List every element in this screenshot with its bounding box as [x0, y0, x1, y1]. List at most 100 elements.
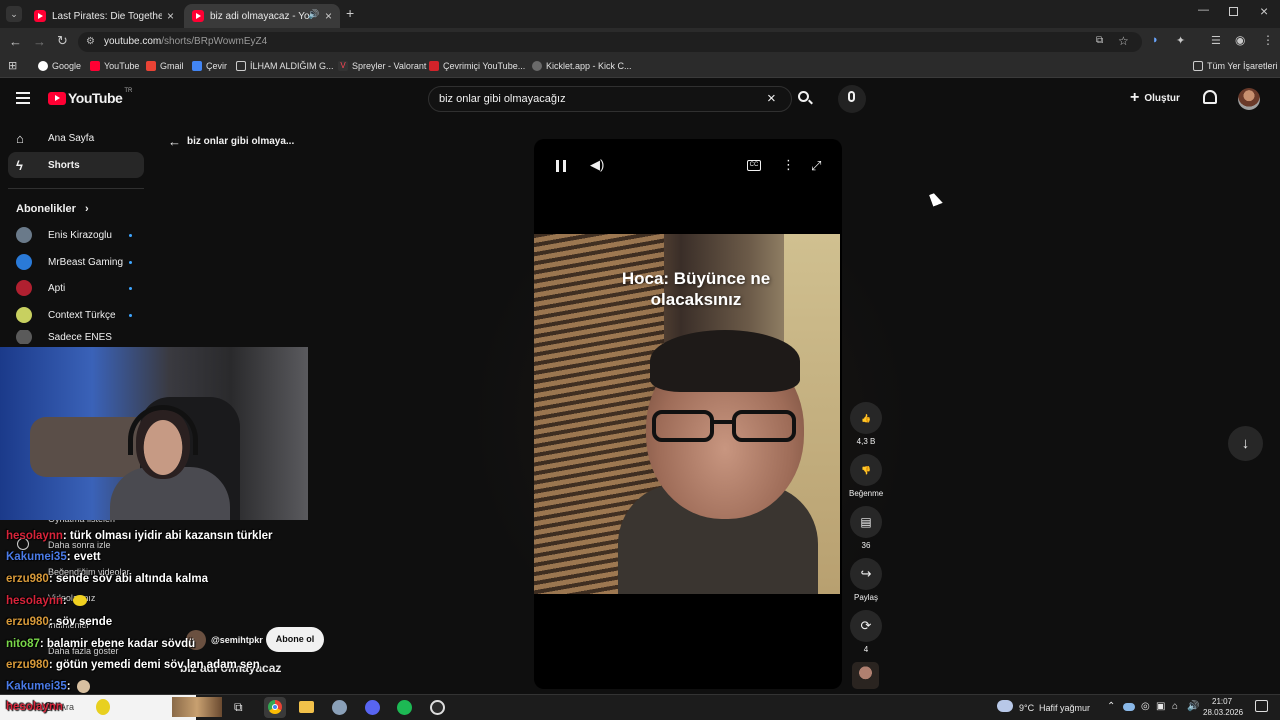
thumbs-up-icon[interactable]: 👍 — [850, 402, 882, 434]
task-view-icon[interactable]: ⧉ — [234, 700, 243, 715]
share-icon[interactable]: ↪ — [850, 558, 882, 590]
notifications-bell-icon[interactable] — [1203, 90, 1217, 104]
bookmark-valorant[interactable]: V Spreyler - Valorant — [338, 61, 426, 71]
sidebar-sub-mrbeast[interactable]: MrBeast Gaming — [8, 250, 144, 274]
onedrive-icon[interactable] — [1123, 703, 1135, 711]
back-to-search-button[interactable]: ← biz onlar gibi olmaya... — [168, 134, 294, 149]
tab-last-pirates[interactable]: Last Pirates: Die Together | Tea × — [26, 4, 182, 28]
youtube-favicon-icon — [34, 10, 46, 22]
thumbs-down-icon[interactable]: 👎 — [850, 454, 882, 486]
network-icon[interactable]: ⌂ — [1172, 701, 1178, 712]
apps-grid-icon[interactable]: ⊞ — [8, 59, 17, 72]
channel-avatar — [16, 280, 32, 296]
close-tab-icon[interactable]: × — [167, 9, 174, 23]
weather-icon[interactable] — [997, 700, 1013, 712]
install-app-icon[interactable]: ⧉ — [1096, 35, 1103, 46]
close-window-icon[interactable]: × — [1260, 3, 1268, 19]
glasses — [652, 410, 798, 444]
like-action[interactable]: 👍 4,3 B — [849, 402, 883, 446]
app-icon[interactable] — [332, 700, 347, 715]
close-tab-icon[interactable]: × — [325, 9, 332, 23]
obs-icon[interactable] — [430, 700, 445, 715]
logo-region: TR — [124, 88, 133, 94]
profile-icon[interactable]: ◉ — [1235, 33, 1245, 47]
youtube-icon — [90, 61, 100, 71]
channel-avatar — [16, 227, 32, 243]
bookmark-google[interactable]: Google — [38, 61, 81, 71]
media-control-icon[interactable]: ☰ — [1211, 34, 1221, 47]
back-icon[interactable]: ← — [9, 34, 22, 49]
new-content-dot — [129, 260, 132, 264]
share-action[interactable]: ↪ Paylaş — [849, 558, 883, 602]
minimize-icon[interactable]: — — [1198, 4, 1209, 16]
next-video-button[interactable]: ↓ — [1228, 426, 1263, 461]
search-input[interactable]: biz onlar gibi olmayacağız × — [428, 86, 792, 112]
remix-action[interactable]: ⟳ 4 — [849, 610, 883, 654]
restore-icon[interactable] — [1229, 7, 1238, 16]
clock-date[interactable]: 28.03.2026 — [1203, 708, 1243, 717]
show-hidden-icons-icon[interactable]: ⌃ — [1107, 701, 1115, 712]
shorts-player[interactable]: ◀) CC ⋮ ⤢ Hoca: Büyünce ne olacaksınız — [534, 139, 842, 689]
bookmark-all[interactable]: Tüm Yer İşaretleri — [1193, 61, 1278, 71]
bookmark-cevir[interactable]: Çevir — [192, 61, 227, 71]
bookmark-cevrimici[interactable]: Çevrimiçi YouTube... — [429, 61, 525, 71]
hamburger-menu-icon[interactable] — [16, 92, 30, 104]
captions-icon[interactable]: CC — [747, 160, 761, 171]
sidebar-sub-sadece-enes[interactable]: Sadece ENES — [8, 330, 144, 344]
clock-time[interactable]: 21:07 — [1212, 697, 1232, 706]
tab-list-menu-icon[interactable]: ⌄ — [6, 6, 22, 22]
speaker-icon[interactable]: 🔊 — [308, 9, 319, 20]
sound-thumbnail[interactable] — [852, 662, 879, 689]
tray-app-icon[interactable]: ▣ — [1156, 701, 1165, 712]
comments-action[interactable]: ▤ 36 — [849, 506, 883, 550]
valorant-icon: V — [338, 61, 348, 71]
chrome-icon[interactable] — [264, 697, 286, 718]
bookmark-youtube[interactable]: YouTube — [90, 61, 139, 71]
tab-active-youtube[interactable]: biz adi olmayacaz - YouTub 🔊 × — [184, 4, 340, 28]
subscriptions-heading[interactable]: Abonelikler › — [16, 203, 89, 215]
file-explorer-icon[interactable] — [299, 701, 314, 713]
volume-icon[interactable]: ◀) — [590, 157, 604, 173]
sidebar-item-shorts[interactable]: ϟ Shorts — [8, 152, 144, 178]
puzzle-icon[interactable]: ✦ — [1176, 34, 1185, 47]
discord-icon[interactable] — [365, 700, 380, 715]
fullscreen-icon[interactable]: ⤢ — [811, 158, 821, 174]
comment-icon[interactable]: ▤ — [850, 506, 882, 538]
remix-icon[interactable]: ⟳ — [850, 610, 882, 642]
chat-text: : sende söv abi altında kalma — [48, 573, 208, 585]
more-options-icon[interactable]: ⋮ — [782, 157, 795, 173]
bookmark-star-icon[interactable]: ☆ — [1118, 34, 1129, 48]
subscribe-button[interactable]: Abone ol — [266, 627, 324, 652]
dislike-action[interactable]: 👎 Beğenme — [849, 454, 883, 498]
bookmark-kicklet[interactable]: Kicklet.app - Kick C... — [532, 61, 632, 71]
search-button[interactable] — [792, 86, 822, 112]
voice-search-button[interactable] — [838, 85, 866, 113]
channel-handle[interactable]: @semihtpkr — [211, 635, 263, 645]
notifications-icon[interactable] — [1255, 700, 1268, 712]
dislike-label: Beğenme — [849, 489, 884, 498]
pause-icon[interactable] — [556, 160, 566, 172]
spotify-icon[interactable] — [397, 700, 412, 715]
clear-search-icon[interactable]: × — [767, 87, 776, 111]
url-field[interactable]: ⚙ youtube.com/shorts/BRpWowmEyZ4 — [78, 32, 1142, 52]
avatar[interactable] — [1238, 88, 1260, 110]
forward-icon[interactable]: → — [33, 34, 46, 49]
weather-text[interactable]: Hafif yağmur — [1039, 703, 1090, 713]
video-frame[interactable]: Hoca: Büyünce ne olacaksınız — [534, 234, 840, 594]
bookmark-ilham[interactable]: İLHAM ALDIĞIM G... — [236, 61, 334, 71]
sidebar-sub-enis[interactable]: Enis Kirazoglu — [8, 223, 144, 247]
sidebar-sub-context[interactable]: Context Türkçe — [8, 303, 144, 327]
reload-icon[interactable]: ↻ — [57, 33, 68, 49]
bookmark-gmail[interactable]: Gmail — [146, 61, 184, 71]
extension-icon[interactable]: ◗ — [1152, 34, 1159, 46]
create-button[interactable]: + Oluştur — [1130, 90, 1180, 106]
youtube-logo[interactable]: YouTube TR — [48, 88, 133, 106]
browser-menu-icon[interactable]: ⋮ — [1262, 33, 1274, 47]
site-info-icon[interactable]: ⚙ — [86, 32, 95, 52]
sidebar-item-home[interactable]: ⌂ Ana Sayfa — [8, 125, 144, 151]
sidebar-sub-apti[interactable]: Apti — [8, 276, 144, 300]
speaker-icon[interactable]: 🔊 — [1187, 701, 1199, 712]
weather-temp[interactable]: 9°C — [1019, 703, 1034, 713]
tray-app-icon[interactable]: ◎ — [1141, 701, 1150, 712]
new-tab-button[interactable]: + — [346, 5, 354, 21]
